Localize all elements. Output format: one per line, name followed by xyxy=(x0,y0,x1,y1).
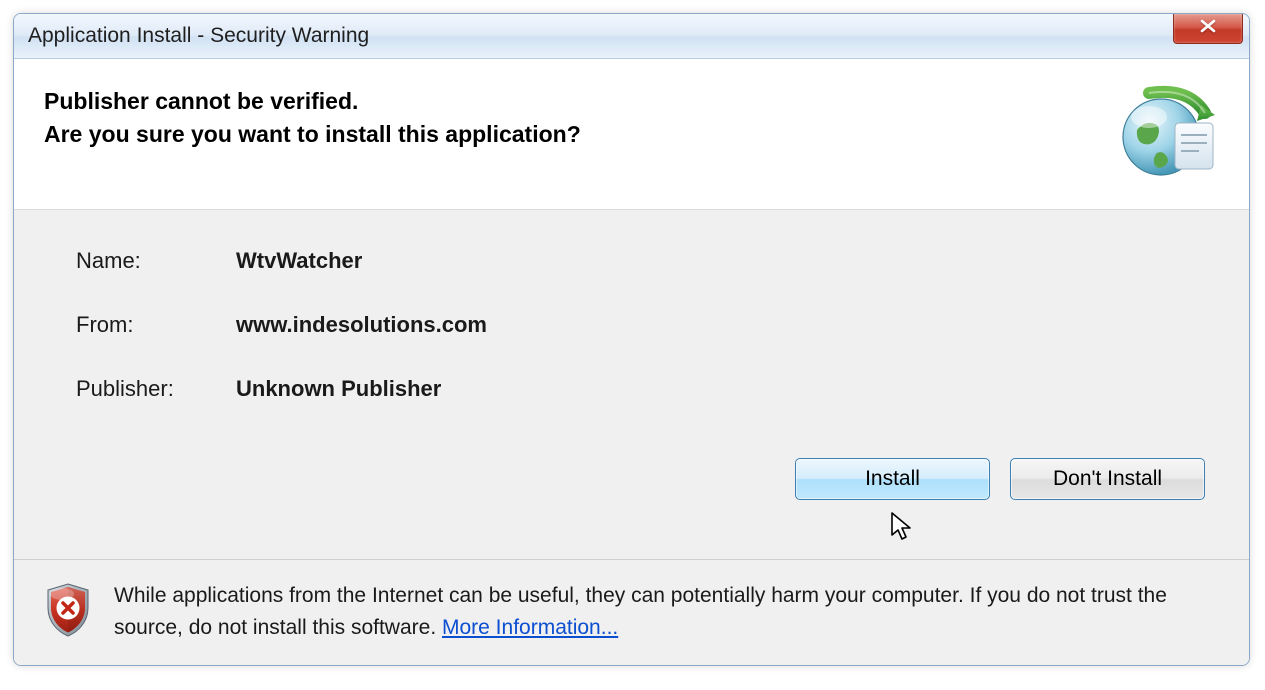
shield-warning-icon xyxy=(44,582,92,638)
dont-install-button[interactable]: Don't Install xyxy=(1010,458,1205,500)
info-row-name: Name: WtvWatcher xyxy=(76,248,1199,274)
from-value: www.indesolutions.com xyxy=(236,312,487,338)
footer-warning: While applications from the Internet can… xyxy=(114,580,1219,643)
header-message: Publisher cannot be verified. Are you su… xyxy=(44,85,1099,152)
info-row-from: From: www.indesolutions.com xyxy=(76,312,1199,338)
name-value: WtvWatcher xyxy=(236,248,362,274)
info-row-publisher: Publisher: Unknown Publisher xyxy=(76,376,1199,402)
publisher-value: Unknown Publisher xyxy=(236,376,441,402)
more-information-link[interactable]: More Information... xyxy=(442,616,618,639)
window-title: Application Install - Security Warning xyxy=(28,24,369,48)
dialog-body: Name: WtvWatcher From: www.indesolutions… xyxy=(14,210,1249,559)
from-label: From: xyxy=(76,312,236,338)
header-line-2: Are you sure you want to install this ap… xyxy=(44,118,1099,151)
name-label: Name: xyxy=(76,248,236,274)
info-table: Name: WtvWatcher From: www.indesolutions… xyxy=(76,248,1199,440)
footer-warning-text: While applications from the Internet can… xyxy=(114,584,1167,639)
dialog-header: Publisher cannot be verified. Are you su… xyxy=(14,59,1249,210)
close-icon xyxy=(1198,19,1218,38)
install-button[interactable]: Install xyxy=(795,458,990,500)
clickonce-globe-icon xyxy=(1119,85,1219,185)
security-warning-dialog: Application Install - Security Warning P… xyxy=(13,13,1250,666)
header-line-1: Publisher cannot be verified. xyxy=(44,85,1099,118)
dialog-footer: While applications from the Internet can… xyxy=(14,559,1249,665)
button-row: Install Don't Install xyxy=(76,458,1205,500)
publisher-label: Publisher: xyxy=(76,376,236,402)
titlebar: Application Install - Security Warning xyxy=(14,14,1249,59)
close-button[interactable] xyxy=(1173,14,1243,44)
